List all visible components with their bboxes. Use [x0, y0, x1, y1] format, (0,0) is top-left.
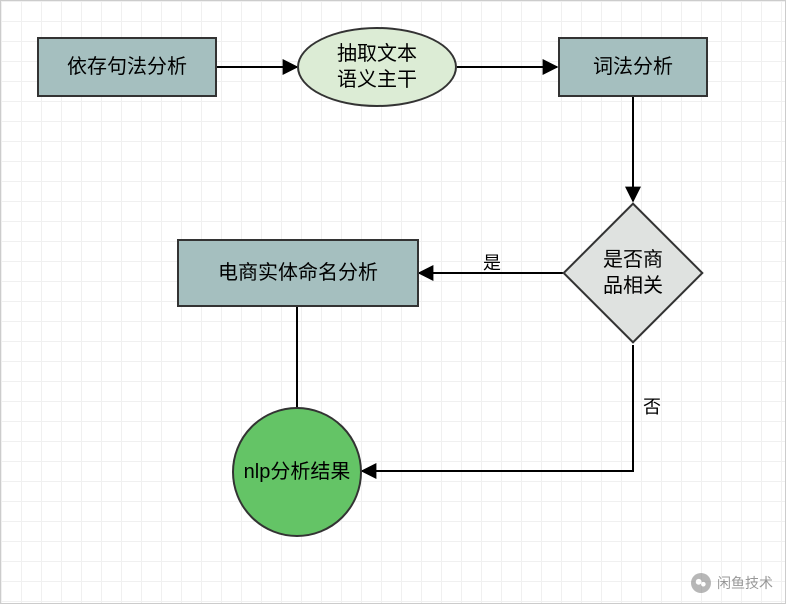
wechat-icon	[691, 573, 711, 593]
node-text-line2: 语义主干	[337, 69, 417, 91]
node-decision-product-related: 是否商 品相关	[562, 202, 703, 343]
node-nlp-result: nlp分析结果	[232, 407, 362, 537]
node-dependency-parsing: 依存句法分析	[37, 37, 217, 97]
node-text: 是否商 品相关	[585, 247, 681, 299]
node-ecommerce-ner: 电商实体命名分析	[177, 239, 419, 307]
watermark: 闲鱼技术	[691, 573, 773, 593]
edge-label-no: 否	[643, 393, 661, 419]
diagram-canvas: 依存句法分析 抽取文本 语义主干 词法分析 是否商 品相关 电商实体命名分析 n…	[0, 0, 786, 604]
node-text-line1: 是否商	[603, 249, 663, 271]
node-text-line1: 抽取文本	[337, 43, 417, 65]
watermark-text: 闲鱼技术	[717, 573, 773, 593]
node-text: nlp分析结果	[244, 459, 351, 485]
node-text-line2: 品相关	[603, 275, 663, 297]
node-extract-semantic-trunk: 抽取文本 语义主干	[297, 27, 457, 107]
node-text: 词法分析	[593, 54, 673, 80]
edge-label-yes: 是	[483, 249, 501, 275]
node-lexical-analysis: 词法分析	[558, 37, 708, 97]
node-text: 抽取文本 语义主干	[337, 41, 417, 93]
node-text: 电商实体命名分析	[218, 260, 378, 286]
node-text: 依存句法分析	[67, 54, 187, 80]
